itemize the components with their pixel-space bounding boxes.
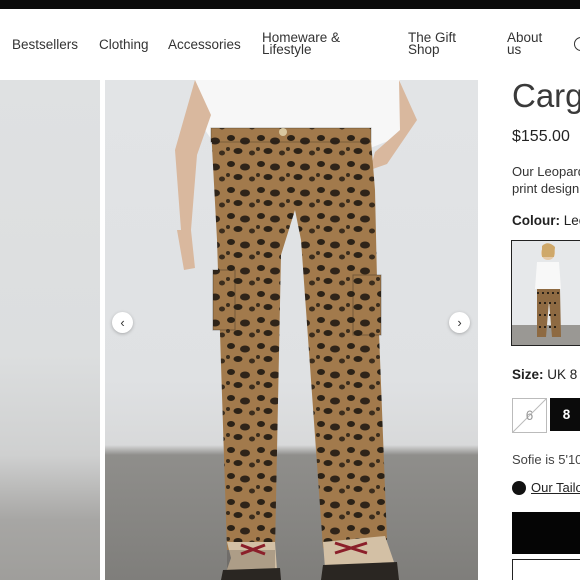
gallery-image-previous[interactable] <box>0 80 100 580</box>
colour-value: Leo <box>563 213 580 228</box>
gallery-next-arrow[interactable]: › <box>449 312 470 333</box>
model-leopard-cargo-pants-photo <box>175 80 417 580</box>
nav-about-us[interactable]: About us <box>507 31 542 57</box>
colour-row: Colour: Leo <box>512 213 580 228</box>
size-row: Size: UK 8 <box>512 367 577 382</box>
product-info-panel: Carg $155.00 Our Leopard print design Co… <box>478 80 580 580</box>
search-icon[interactable] <box>574 37 580 51</box>
size-option-6-label: 6 <box>525 408 534 423</box>
thumbnail-model-photo <box>512 241 580 345</box>
chevron-left-icon: ‹ <box>120 315 125 330</box>
palette-icon <box>512 481 526 495</box>
product-price: $155.00 <box>512 128 570 145</box>
model-fit-note: Sofie is 5'10 <box>512 452 580 467</box>
top-black-bar <box>0 0 580 9</box>
product-title: Carg <box>512 80 580 114</box>
nav-gift-line2: Shop <box>408 42 440 57</box>
size-option-8-label: 8 <box>562 407 571 422</box>
nav-clothing[interactable]: Clothing <box>99 38 149 52</box>
tailor-link[interactable]: Our Tailo <box>512 480 580 495</box>
nav-about-line2: us <box>507 42 522 57</box>
nav-bestsellers[interactable]: Bestsellers <box>12 38 78 52</box>
product-gallery: ‹ › <box>0 80 478 580</box>
size-value: UK 8 <box>547 367 578 382</box>
tailor-link-text: Our Tailo <box>531 480 580 495</box>
chevron-right-icon: › <box>457 315 462 330</box>
add-to-bag-button[interactable] <box>512 512 580 554</box>
nav-homeware-line2: Lifestyle <box>262 42 312 57</box>
product-description: Our Leopard print design <box>512 163 580 197</box>
colour-label: Colour: <box>512 213 560 228</box>
gallery-prev-arrow[interactable]: ‹ <box>112 312 133 333</box>
size-label: Size: <box>512 367 544 382</box>
description-line-2: print design <box>512 181 580 196</box>
secondary-action-button[interactable] <box>512 559 580 580</box>
size-option-6[interactable]: 6 <box>512 398 547 433</box>
colour-swatch-thumbnail[interactable] <box>511 240 580 346</box>
description-line-1: Our Leopard <box>512 164 580 179</box>
size-option-8-selected[interactable]: 8 <box>550 398 580 431</box>
nav-homeware-lifestyle[interactable]: Homeware & Lifestyle <box>262 31 340 57</box>
gallery-image-main[interactable] <box>105 80 478 580</box>
nav-accessories[interactable]: Accessories <box>168 38 241 52</box>
main-navigation: Bestsellers Clothing Accessories Homewar… <box>0 9 580 81</box>
nav-gift-shop[interactable]: The Gift Shop <box>408 31 456 57</box>
